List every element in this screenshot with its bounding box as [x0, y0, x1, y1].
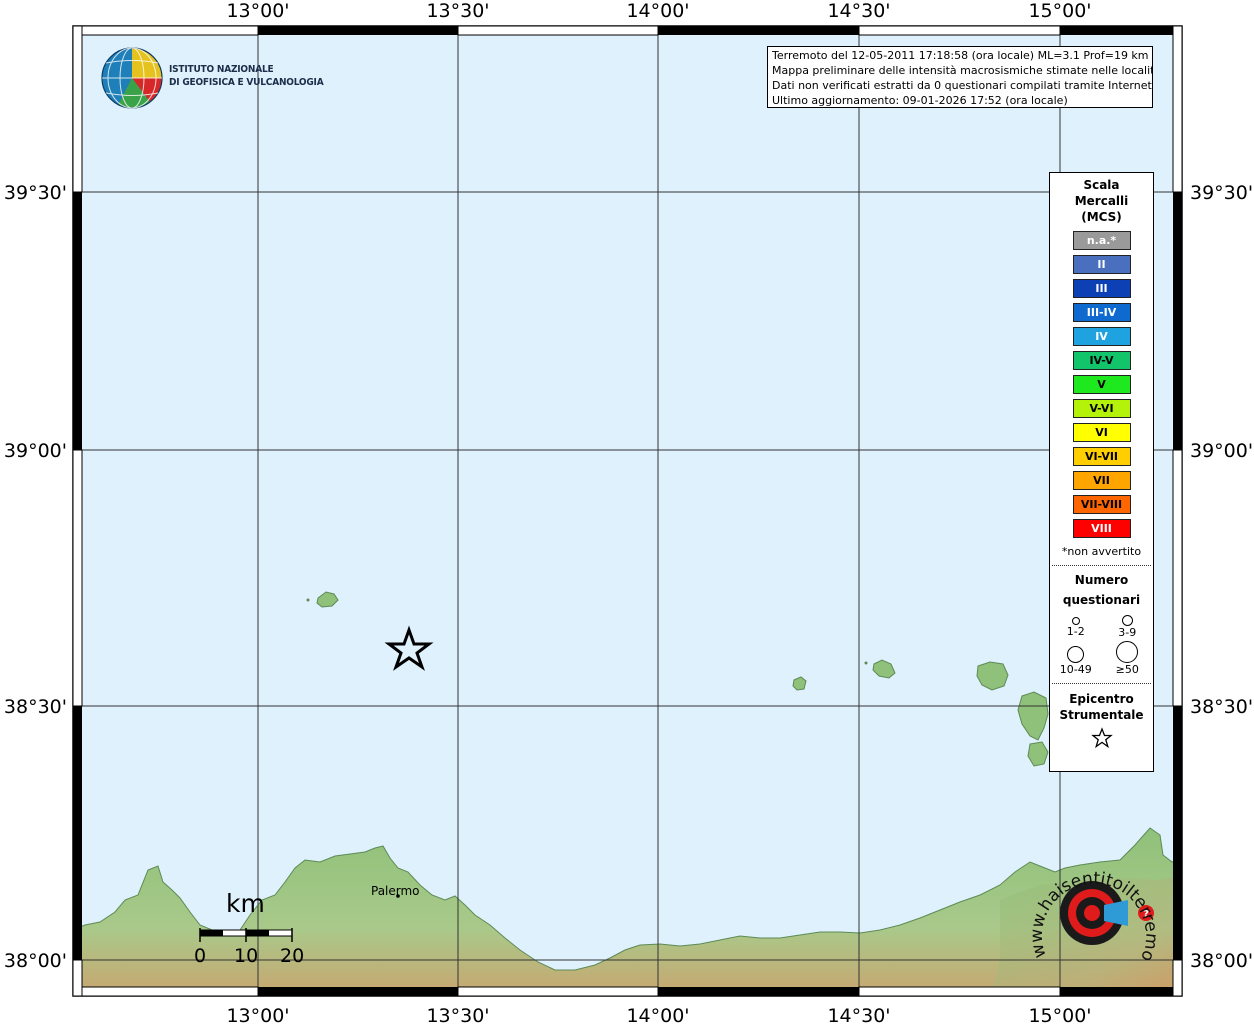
bottom-tick-labels: 13°00' 13°30' 14°00' 14°30' 15°00'	[226, 1005, 1091, 1024]
legend-title: Scala Mercalli (MCS)	[1074, 178, 1129, 224]
epicenter-title: Epicentro Strumentale	[1059, 692, 1144, 722]
tick-label: 13°00'	[226, 0, 289, 22]
mcs-level-item: VI	[1072, 423, 1131, 442]
city-label-palermo: Palermo	[371, 884, 420, 898]
questionnaire-sizes: 1-2 3-9 10-49 ≥50	[1050, 614, 1153, 676]
mcs-level-item: VIII	[1072, 519, 1131, 538]
mcs-level-item: VI-VII	[1072, 447, 1131, 466]
mcs-level-item: VII	[1072, 471, 1131, 490]
tick-label: 15°00'	[1028, 0, 1091, 22]
tick-label: 39°00'	[4, 440, 67, 462]
scale-bar-tick: 0	[194, 945, 207, 967]
mcs-level-item: n.a.*	[1072, 231, 1131, 250]
scale-bar-tick: 10	[234, 945, 259, 967]
event-info-line: Dati non verificati estratti da 0 questi…	[772, 79, 1153, 92]
event-info-line: Mappa preliminare delle intensità macros…	[772, 64, 1153, 77]
institute-name: ISTITUTO NAZIONALE DI GEOFISICA E VULCAN…	[169, 63, 324, 89]
tick-label: 39°30'	[1190, 182, 1253, 204]
islet	[864, 661, 868, 665]
mcs-scale-list: n.a.* II III III-IV IV IV-V V V-VI VI VI-VII VII VI…	[1050, 231, 1153, 538]
event-info-box: Terremoto del 12-05-2011 17:18:58 (ora l…	[767, 46, 1153, 108]
tick-label: 38°00'	[1190, 950, 1253, 972]
mcs-level-item: VII-VIII	[1072, 495, 1131, 514]
tick-label: 14°00'	[626, 1005, 689, 1024]
legend-divider	[1052, 565, 1151, 566]
scale-bar-tick: 20	[280, 945, 305, 967]
tick-label: 39°30'	[4, 182, 67, 204]
tick-label: 14°00'	[626, 0, 689, 22]
q-size-item: ≥50	[1102, 641, 1154, 676]
tick-label: 38°00'	[4, 950, 67, 972]
institute-line2: DI GEOFISICA E VULCANOLOGIA	[169, 77, 324, 88]
tick-label: 13°00'	[226, 1005, 289, 1024]
tick-label: 15°00'	[1028, 1005, 1091, 1024]
tick-label: 14°30'	[827, 1005, 890, 1024]
event-info-line: Terremoto del 12-05-2011 17:18:58 (ora l…	[772, 49, 1149, 62]
scale-bar-unit: km	[226, 889, 265, 918]
epicenter-legend-star	[1050, 727, 1153, 753]
legend-footnote: *non avvertito	[1061, 545, 1142, 558]
q-size-item: 10-49	[1050, 641, 1102, 676]
mcs-level-item: V-VI	[1072, 399, 1131, 418]
epicenter-star-icon	[1090, 727, 1113, 749]
mcs-level-item: III	[1072, 279, 1131, 298]
tick-label: 13°30'	[426, 1005, 489, 1024]
tick-label: 13°30'	[426, 0, 489, 22]
mcs-level-item: II	[1072, 255, 1131, 274]
tick-label: 38°30'	[4, 696, 67, 718]
q-size-item: 1-2	[1050, 614, 1102, 639]
q-circle-icon	[1071, 617, 1080, 625]
q-circle-icon	[1067, 646, 1085, 663]
questionnaires-title: Numero questionari	[1062, 573, 1141, 607]
q-circle-icon	[1121, 615, 1133, 626]
tick-label: 38°30'	[1190, 696, 1253, 718]
islet	[306, 598, 310, 602]
mcs-level-item: IV	[1072, 327, 1131, 346]
right-tick-labels: 39°30' 39°00' 38°30' 38°00'	[1190, 182, 1253, 972]
q-circle-icon	[1116, 641, 1139, 663]
legend-panel: Scala Mercalli (MCS) n.a.* II III III-IV IV I…	[1049, 172, 1154, 772]
sea-area	[73, 26, 1182, 996]
tick-label: 14°30'	[827, 0, 890, 22]
q-size-item: 3-9	[1102, 614, 1154, 639]
top-tick-labels: 13°00' 13°30' 14°00' 14°30' 15°00'	[226, 0, 1091, 22]
mcs-level-item: IV-V	[1072, 351, 1131, 370]
tick-label: 39°00'	[1190, 440, 1253, 462]
ingv-globe-icon	[101, 47, 163, 109]
left-tick-labels: 39°30' 39°00' 38°30' 38°00'	[4, 182, 67, 972]
mcs-level-item: V	[1072, 375, 1131, 394]
institute-line1: ISTITUTO NAZIONALE	[169, 64, 274, 75]
mcs-level-item: III-IV	[1072, 303, 1131, 322]
legend-divider	[1052, 683, 1151, 684]
event-info-line: Ultimo aggiornamento: 09-01-2026 17:52 (…	[772, 94, 1068, 107]
